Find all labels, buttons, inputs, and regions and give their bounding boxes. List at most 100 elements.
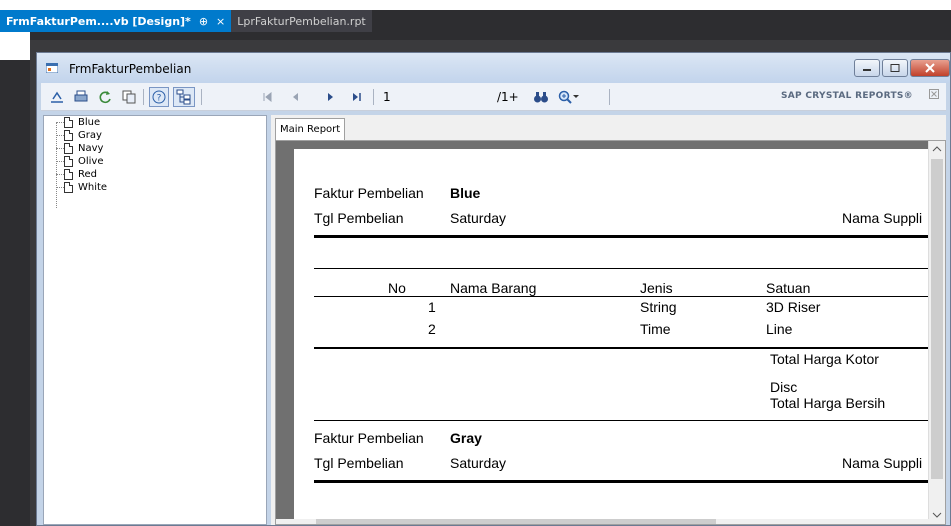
window-controls — [852, 59, 950, 77]
label-faktur-pembelian: Faktur Pembelian — [314, 430, 424, 446]
form-window: FrmFakturPembelian ? 1 /1+ SAP CRYSTAL R… — [36, 52, 951, 526]
background-document — [0, 0, 951, 10]
scroll-up-icon[interactable] — [932, 145, 942, 153]
window-title: FrmFakturPembelian — [69, 62, 192, 76]
horizontal-scrollbar[interactable] — [276, 519, 945, 524]
row-satuan: Line — [766, 321, 793, 337]
label-total-harga-bersih: Total Harga Bersih — [770, 395, 886, 411]
horizontal-scroll-thumb[interactable] — [316, 519, 716, 524]
help-icon: ? — [152, 90, 166, 104]
chevron-down-icon — [573, 95, 579, 98]
last-page-icon — [353, 93, 361, 101]
label-tgl-pembelian: Tgl Pembelian — [314, 455, 404, 471]
toolbar-separator — [609, 89, 610, 105]
close-tab-icon[interactable]: × — [216, 15, 225, 28]
document-icon — [64, 156, 73, 167]
tree-item-white[interactable]: White — [64, 181, 107, 194]
scroll-down-icon[interactable] — [932, 511, 942, 519]
tab-form-design[interactable]: FrmFakturPem....vb [Design]* ⊕ × — [0, 10, 232, 32]
row-no: 1 — [428, 299, 436, 315]
column-header-jenis: Jenis — [640, 280, 673, 296]
close-button[interactable] — [910, 59, 950, 77]
label-disc: Disc — [770, 379, 798, 395]
tree-item-label: Navy — [78, 143, 104, 154]
report-viewer: Main Report Faktur Pembelian Blue Tgl Pe… — [271, 115, 946, 525]
form-icon — [46, 63, 58, 73]
column-header-nama-barang: Nama Barang — [450, 280, 537, 296]
group-footer-rule — [314, 420, 934, 421]
group-tree: Blue Gray Navy Olive Red White — [43, 115, 267, 525]
minimize-icon — [863, 69, 871, 71]
tree-item-label: White — [78, 182, 108, 193]
tree-item-navy[interactable]: Navy — [64, 142, 103, 155]
tree-item-olive[interactable]: Olive — [64, 155, 104, 168]
page-total: /1+ — [497, 90, 519, 104]
maximize-icon — [890, 64, 900, 72]
help-button[interactable]: ? — [149, 87, 169, 107]
first-page-button[interactable] — [259, 87, 275, 107]
toggle-group-tree-button[interactable] — [173, 87, 195, 107]
report-frame: Faktur Pembelian Blue Tgl Pembelian Satu… — [275, 140, 946, 525]
tab-main-report[interactable]: Main Report — [275, 118, 346, 141]
detail-rule — [314, 347, 934, 349]
header-rule — [314, 296, 934, 297]
maximize-button[interactable] — [882, 59, 908, 77]
row-satuan: 3D Riser — [766, 299, 821, 315]
label-tgl-pembelian: Tgl Pembelian — [314, 210, 404, 226]
tab-form-design-label: FrmFakturPem....vb [Design]* — [6, 14, 191, 28]
copy-button[interactable] — [119, 87, 139, 107]
pin-icon[interactable]: ⊕ — [199, 15, 208, 28]
zoom-icon — [558, 90, 572, 104]
export-button[interactable] — [47, 87, 67, 107]
previous-page-button[interactable] — [287, 87, 303, 107]
minimize-button[interactable] — [854, 59, 880, 77]
find-button[interactable] — [531, 87, 551, 107]
toolbar-separator — [373, 89, 374, 105]
tree-item-label: Blue — [78, 117, 101, 128]
toolbar-separator — [143, 89, 144, 105]
close-icon — [925, 63, 935, 73]
page-number-input[interactable]: 1 — [383, 88, 483, 106]
next-page-icon — [328, 93, 333, 101]
tree-item-red[interactable]: Red — [64, 168, 97, 181]
document-icon — [64, 182, 73, 193]
toolbar-separator — [201, 89, 202, 105]
svg-text:?: ? — [157, 94, 162, 104]
row-jenis: Time — [640, 321, 671, 337]
tgl-value: Saturday — [450, 210, 507, 226]
close-icon — [929, 89, 939, 99]
tab-report-file-label: LprFakturPembelian.rpt — [237, 14, 366, 28]
tree-item-label: Olive — [78, 156, 104, 167]
report-page: Faktur Pembelian Blue Tgl Pembelian Satu… — [294, 149, 934, 524]
document-icon — [64, 143, 73, 154]
screen: FrmFakturPem....vb [Design]* ⊕ × LprFakt… — [0, 0, 951, 526]
column-header-no: No — [388, 280, 406, 296]
close-viewer-icon[interactable] — [929, 89, 939, 102]
tree-item-label: Gray — [78, 130, 102, 141]
section-rule — [314, 268, 934, 269]
tree-item-gray[interactable]: Gray — [64, 129, 102, 142]
first-page-icon — [263, 92, 272, 102]
label-nama-supplier: Nama Suppli — [842, 210, 923, 226]
previous-page-icon — [293, 93, 298, 101]
tree-item-blue[interactable]: Blue — [64, 116, 100, 129]
export-icon — [51, 91, 63, 103]
tab-report-file[interactable]: LprFakturPembelian.rpt — [231, 10, 372, 32]
refresh-button[interactable] — [95, 87, 115, 107]
report-toolbar: ? 1 /1+ SAP CRYSTAL REPORTS® — [41, 83, 946, 111]
vertical-scrollbar[interactable] — [928, 141, 945, 524]
label-faktur-pembelian: Faktur Pembelian — [314, 185, 424, 201]
zoom-dropdown[interactable] — [555, 87, 583, 107]
window-titlebar[interactable]: FrmFakturPembelian — [37, 53, 950, 83]
next-page-button[interactable] — [323, 87, 339, 107]
copy-icon — [122, 90, 136, 104]
label-nama-supplier: Nama Suppli — [842, 455, 923, 471]
scroll-thumb[interactable] — [931, 159, 943, 479]
sap-crystal-reports-logo: SAP CRYSTAL REPORTS® — [781, 91, 913, 101]
print-button[interactable] — [71, 87, 91, 107]
document-icon — [64, 169, 73, 180]
refresh-icon — [99, 91, 111, 104]
group-tree-icon — [176, 89, 191, 105]
last-page-button[interactable] — [349, 87, 365, 107]
tgl-value: Saturday — [450, 455, 507, 471]
